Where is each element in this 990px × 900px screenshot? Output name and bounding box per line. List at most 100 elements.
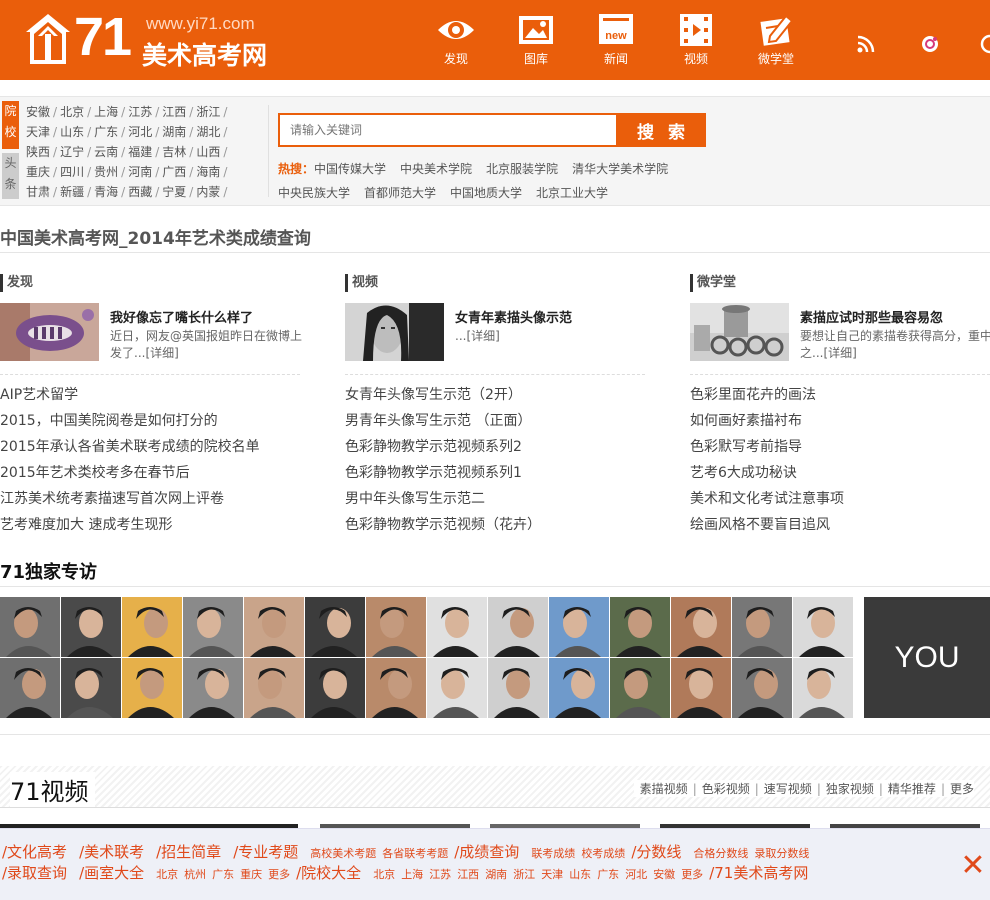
article-link[interactable]: 男青年头像写生示范 （正面） (345, 408, 645, 434)
article-link[interactable]: 绘画风格不要盲目追风 (690, 512, 990, 538)
interview-portrait-photo[interactable] (793, 597, 853, 657)
quick-link[interactable]: 安徽 (653, 868, 675, 881)
region-link[interactable]: 吉林 (162, 145, 186, 159)
feature-item[interactable]: 素描应试时那些最容易忽 要想让自己的素描卷获得高分，重中之...[详细] (690, 303, 990, 375)
quick-link[interactable]: 天津 (541, 868, 563, 881)
region-link[interactable]: 广西 (162, 165, 186, 179)
column-heading[interactable]: 发现 (0, 274, 300, 292)
nav-gallery[interactable]: 图库 (506, 14, 566, 67)
interview-portrait-photo[interactable] (183, 658, 243, 718)
region-link[interactable]: 上海 (94, 105, 118, 119)
still-life-sketch-photo[interactable] (690, 303, 789, 361)
video-category-link[interactable]: 素描视频 (640, 782, 688, 796)
article-link[interactable]: 色彩里面花卉的画法 (690, 382, 990, 408)
article-link[interactable]: 艺考6大成功秘诀 (690, 460, 990, 486)
video-category-link[interactable]: 更多 (950, 782, 974, 796)
region-link[interactable]: 宁夏 (162, 185, 186, 199)
region-link[interactable]: 内蒙 (196, 185, 220, 199)
quick-link[interactable]: 录取分数线 (754, 847, 809, 860)
quick-link[interactable]: /招生简章 (156, 843, 221, 861)
interview-portrait-photo[interactable] (427, 597, 487, 657)
region-link[interactable]: 四川 (60, 165, 84, 179)
video-category-link[interactable]: 精华推荐 (888, 782, 936, 796)
interview-portrait-photo[interactable] (366, 658, 426, 718)
quick-link[interactable]: /画室大全 (79, 864, 144, 882)
interview-portrait-photo[interactable] (244, 658, 304, 718)
feature-item[interactable]: 女青年素描头像示范 ...[详细] (345, 303, 645, 375)
feature-description[interactable]: ...[详细] (455, 328, 651, 345)
article-link[interactable]: 2015年艺术类校考多在春节后 (0, 460, 300, 486)
article-link[interactable]: 艺考难度加大 速成考生现形 (0, 512, 300, 538)
quick-link[interactable]: 联考成绩 (531, 847, 575, 860)
region-link[interactable]: 辽宁 (60, 145, 84, 159)
quick-link[interactable]: /成绩查询 (454, 843, 519, 861)
hot-search-link[interactable]: 北京服装学院 (486, 162, 558, 176)
nav-news[interactable]: new 新闻 (586, 14, 646, 67)
quick-link[interactable]: /71美术高考网 (709, 864, 808, 882)
quick-link[interactable]: /院校大全 (296, 864, 361, 882)
search-input[interactable] (278, 113, 616, 147)
interview-portrait-photo[interactable] (732, 597, 792, 657)
feature-description[interactable]: 要想让自己的素描卷获得高分，重中之...[详细] (800, 328, 990, 362)
region-link[interactable]: 河南 (128, 165, 152, 179)
hot-search-link[interactable]: 中国传媒大学 (314, 162, 386, 176)
region-link[interactable]: 海南 (196, 165, 220, 179)
tab-headlines[interactable]: 头条 (2, 153, 19, 199)
region-link[interactable]: 青海 (94, 185, 118, 199)
feature-title[interactable]: 女青年素描头像示范 (455, 307, 572, 326)
hot-search-link[interactable]: 清华大学美术学院 (572, 162, 668, 176)
region-link[interactable]: 西藏 (128, 185, 152, 199)
quick-link[interactable]: 北京 (373, 868, 395, 881)
quick-link[interactable]: 重庆 (240, 868, 262, 881)
quick-link[interactable]: 广东 (212, 868, 234, 881)
interview-portrait-photo[interactable] (366, 597, 426, 657)
interview-portrait-photo[interactable] (793, 658, 853, 718)
interview-portrait-photo[interactable] (610, 597, 670, 657)
region-link[interactable]: 江西 (162, 105, 186, 119)
article-link[interactable]: AIP艺术留学 (0, 382, 300, 408)
quick-link[interactable]: 浙江 (513, 868, 535, 881)
video-category-link[interactable]: 速写视频 (764, 782, 812, 796)
video-category-link[interactable]: 色彩视频 (702, 782, 750, 796)
site-logo[interactable]: 71 www.yi71.com 美术高考网 (26, 7, 286, 70)
interview-portrait-photo[interactable] (488, 597, 548, 657)
feature-title[interactable]: 我好像忘了嘴长什么样了 (110, 307, 253, 326)
interview-portrait-photo[interactable] (0, 597, 60, 657)
quick-link[interactable]: 河北 (625, 868, 647, 881)
video-category-link[interactable]: 独家视频 (826, 782, 874, 796)
interview-portrait-photo[interactable] (122, 658, 182, 718)
quick-link[interactable]: 上海 (401, 868, 423, 881)
article-link[interactable]: 如何画好素描衬布 (690, 408, 990, 434)
region-link[interactable]: 重庆 (26, 165, 50, 179)
interview-portrait-photo[interactable] (0, 658, 60, 718)
nav-discover[interactable]: 发现 (426, 14, 486, 67)
quick-link[interactable]: 江西 (457, 868, 479, 881)
interview-portrait-photo[interactable] (305, 597, 365, 657)
hot-search-link[interactable]: 中国地质大学 (450, 186, 522, 200)
article-link[interactable]: 江苏美术统考素描速写首次网上评卷 (0, 486, 300, 512)
feature-description[interactable]: 近日，网友@英国报姐昨日在微博上发了...[详细] (110, 328, 306, 362)
hot-search-link[interactable]: 中央民族大学 (278, 186, 350, 200)
interview-portrait-photo[interactable] (549, 597, 609, 657)
region-link[interactable]: 贵州 (94, 165, 118, 179)
interview-portrait-photo[interactable] (244, 597, 304, 657)
quick-link[interactable]: 江苏 (429, 868, 451, 881)
interview-portrait-photo[interactable] (183, 597, 243, 657)
quick-link[interactable]: 合格分数线 (693, 847, 748, 860)
search-button[interactable]: 搜索 (616, 113, 706, 147)
region-link[interactable]: 陕西 (26, 145, 50, 159)
article-link[interactable]: 男中年头像写生示范二 (345, 486, 645, 512)
article-link[interactable]: 2015年承认各省美术联考成绩的院校名单 (0, 434, 300, 460)
hot-search-link[interactable]: 北京工业大学 (536, 186, 608, 200)
interview-portrait-photo[interactable] (732, 658, 792, 718)
column-heading[interactable]: 视频 (345, 274, 645, 292)
article-link[interactable]: 色彩静物教学示范视频（花卉） (345, 512, 645, 538)
quick-link[interactable]: /分数线 (631, 843, 681, 861)
article-link[interactable]: 女青年头像写生示范（2开） (345, 382, 645, 408)
quick-link[interactable]: 校考成绩 (581, 847, 625, 860)
quick-link[interactable]: /文化高考 (2, 843, 67, 861)
interview-portrait-photo[interactable] (488, 658, 548, 718)
article-link[interactable]: 色彩默写考前指导 (690, 434, 990, 460)
article-link[interactable]: 色彩静物教学示范视频系列2 (345, 434, 645, 460)
article-link[interactable]: 美术和文化考试注意事项 (690, 486, 990, 512)
